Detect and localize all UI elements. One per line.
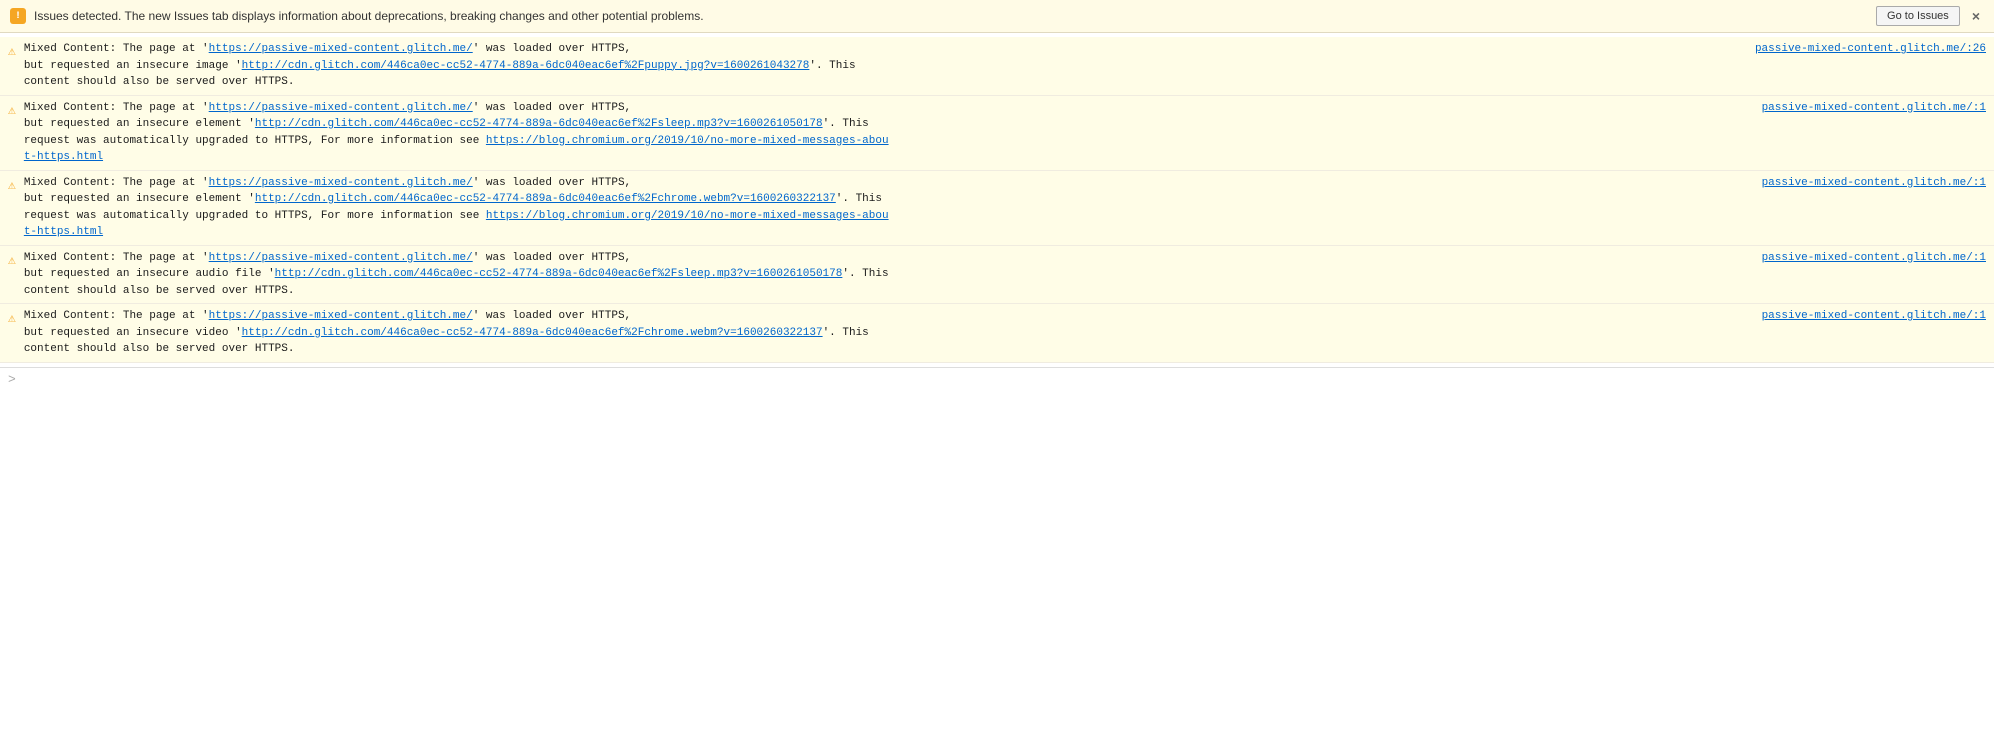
message-text: Mixed Content: The page at 'https://pass… bbox=[24, 175, 1986, 241]
go-to-issues-button[interactable]: Go to Issues bbox=[1876, 6, 1960, 26]
source-link[interactable]: passive-mixed-content.glitch.me/:1 bbox=[1762, 100, 1986, 117]
message-text: Mixed Content: The page at 'https://pass… bbox=[24, 308, 1986, 358]
msg-line2: but requested an insecure image 'http://… bbox=[24, 58, 1986, 75]
message-text: Mixed Content: The page at 'https://pass… bbox=[24, 100, 1986, 166]
resource-url-link[interactable]: http://cdn.glitch.com/446ca0ec-cc52-4774… bbox=[255, 193, 836, 205]
message-text: Mixed Content: The page at 'https://pass… bbox=[24, 41, 1986, 91]
msg-line4: t-https.html bbox=[24, 224, 1986, 241]
msg-text-before: Mixed Content: The page at ' bbox=[24, 177, 209, 189]
msg-line3: content should also be served over HTTPS… bbox=[24, 283, 1986, 300]
msg-text-before: Mixed Content: The page at ' bbox=[24, 252, 209, 264]
console-prompt: > bbox=[8, 372, 16, 387]
resource-url-link[interactable]: http://cdn.glitch.com/446ca0ec-cc52-4774… bbox=[275, 268, 843, 280]
msg-text-after: ' was loaded over HTTPS, bbox=[473, 102, 631, 114]
msg-line2: but requested an insecure element 'http:… bbox=[24, 191, 1986, 208]
msg-line3: content should also be served over HTTPS… bbox=[24, 341, 1986, 358]
msg-line3: content should also be served over HTTPS… bbox=[24, 74, 1986, 91]
warning-banner-icon: ! bbox=[10, 8, 26, 24]
blog-link[interactable]: https://blog.chromium.org/2019/10/no-mor… bbox=[486, 135, 889, 147]
msg-text-before: Mixed Content: The page at ' bbox=[24, 310, 209, 322]
console-message: ⚠ Mixed Content: The page at 'https://pa… bbox=[0, 304, 1994, 363]
page-url-link[interactable]: https://passive-mixed-content.glitch.me/ bbox=[209, 310, 473, 322]
close-banner-button[interactable]: × bbox=[1968, 8, 1984, 24]
warning-icon: ⚠ bbox=[8, 176, 16, 196]
resource-url-link[interactable]: http://cdn.glitch.com/446ca0ec-cc52-4774… bbox=[242, 327, 823, 339]
blog-link-cont[interactable]: t-https.html bbox=[24, 151, 103, 163]
warning-icon: ⚠ bbox=[8, 42, 16, 62]
page-url-link[interactable]: https://passive-mixed-content.glitch.me/ bbox=[209, 177, 473, 189]
resource-url-link[interactable]: http://cdn.glitch.com/446ca0ec-cc52-4774… bbox=[255, 118, 823, 130]
console-area: ⚠ Mixed Content: The page at 'https://pa… bbox=[0, 33, 1994, 367]
resource-url-link[interactable]: http://cdn.glitch.com/446ca0ec-cc52-4774… bbox=[242, 60, 810, 72]
page-url-link[interactable]: https://passive-mixed-content.glitch.me/ bbox=[209, 43, 473, 55]
msg-text-after: ' was loaded over HTTPS, bbox=[473, 252, 631, 264]
msg-text-after: ' was loaded over HTTPS, bbox=[473, 310, 631, 322]
msg-line3: request was automatically upgraded to HT… bbox=[24, 208, 1986, 225]
msg-line3: request was automatically upgraded to HT… bbox=[24, 133, 1986, 150]
console-bottom-bar: > bbox=[0, 367, 1994, 391]
blog-link-cont[interactable]: t-https.html bbox=[24, 226, 103, 238]
msg-line2: but requested an insecure element 'http:… bbox=[24, 116, 1986, 133]
issues-banner: ! Issues detected. The new Issues tab di… bbox=[0, 0, 1994, 33]
issues-banner-text: Issues detected. The new Issues tab disp… bbox=[34, 9, 1868, 23]
warning-icon: ⚠ bbox=[8, 101, 16, 121]
console-message: ⚠ Mixed Content: The page at 'https://pa… bbox=[0, 171, 1994, 246]
message-text: Mixed Content: The page at 'https://pass… bbox=[24, 250, 1986, 300]
msg-line2: but requested an insecure video 'http://… bbox=[24, 325, 1986, 342]
source-link[interactable]: passive-mixed-content.glitch.me/:1 bbox=[1762, 175, 1986, 192]
source-link[interactable]: passive-mixed-content.glitch.me/:1 bbox=[1762, 308, 1986, 325]
msg-line4: t-https.html bbox=[24, 149, 1986, 166]
msg-text-before: Mixed Content: The page at ' bbox=[24, 43, 209, 55]
msg-text-after: ' was loaded over HTTPS, bbox=[473, 43, 631, 55]
msg-text-before: Mixed Content: The page at ' bbox=[24, 102, 209, 114]
warning-icon: ⚠ bbox=[8, 251, 16, 271]
page-url-link[interactable]: https://passive-mixed-content.glitch.me/ bbox=[209, 102, 473, 114]
msg-text-after: ' was loaded over HTTPS, bbox=[473, 177, 631, 189]
console-message: ⚠ Mixed Content: The page at 'https://pa… bbox=[0, 246, 1994, 305]
console-message: ⚠ Mixed Content: The page at 'https://pa… bbox=[0, 37, 1994, 96]
warning-icon: ⚠ bbox=[8, 309, 16, 329]
source-link[interactable]: passive-mixed-content.glitch.me/:26 bbox=[1755, 41, 1986, 58]
msg-line2: but requested an insecure audio file 'ht… bbox=[24, 266, 1986, 283]
page-url-link[interactable]: https://passive-mixed-content.glitch.me/ bbox=[209, 252, 473, 264]
source-link[interactable]: passive-mixed-content.glitch.me/:1 bbox=[1762, 250, 1986, 267]
blog-link[interactable]: https://blog.chromium.org/2019/10/no-mor… bbox=[486, 210, 889, 222]
console-message: ⚠ Mixed Content: The page at 'https://pa… bbox=[0, 96, 1994, 171]
